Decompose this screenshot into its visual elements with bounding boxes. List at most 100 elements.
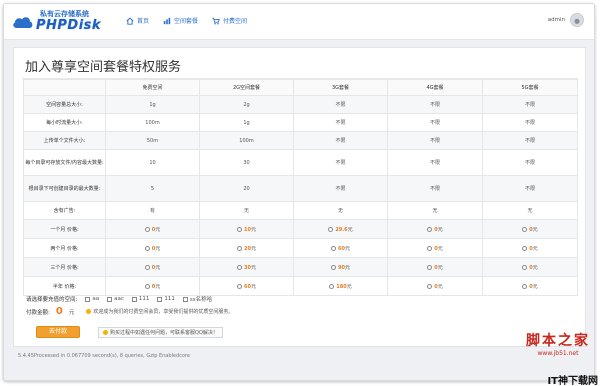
radio-button[interactable] bbox=[144, 245, 150, 251]
checkbox[interactable] bbox=[107, 296, 113, 302]
user-menu[interactable]: admin bbox=[548, 13, 584, 27]
table-row: 每个目录可存放文件/内容最大数量: 10 30 不限 不限 不限 bbox=[23, 149, 578, 176]
space-select-label: 请选择要充值的空间: bbox=[26, 297, 78, 303]
radio-button[interactable] bbox=[522, 226, 528, 232]
price-option[interactable]: 0元 bbox=[482, 257, 578, 277]
checkbox[interactable] bbox=[182, 296, 188, 302]
space-select-row: 请选择要充值的空间: aa aac 111 111 ss名称哈 bbox=[26, 295, 212, 303]
price-option[interactable]: 29.6元 bbox=[293, 219, 388, 239]
table-cell: 1g bbox=[199, 113, 294, 132]
radio-button[interactable] bbox=[144, 264, 150, 270]
space-option[interactable]: aa bbox=[85, 296, 99, 302]
logo-brand: PHPDisk bbox=[36, 18, 102, 33]
radio-button[interactable] bbox=[427, 264, 433, 270]
main-nav: 首页 空间套餐 付费空间 bbox=[126, 16, 247, 25]
nav-space-plans[interactable]: 空间套餐 bbox=[163, 16, 198, 25]
total-label: 付款金额: bbox=[26, 309, 50, 316]
row-label: 一个月 价格: bbox=[23, 219, 106, 239]
price-option[interactable]: 30元 bbox=[199, 257, 294, 277]
price-value: 10 bbox=[244, 226, 251, 233]
price-option[interactable]: 0元 bbox=[387, 238, 483, 258]
checkbox[interactable] bbox=[157, 296, 163, 302]
price-option[interactable]: 180元 bbox=[293, 276, 388, 296]
radio-button[interactable] bbox=[328, 226, 334, 232]
space-option[interactable]: aac bbox=[107, 296, 124, 302]
price-value: 60 bbox=[338, 245, 345, 252]
price-option[interactable]: 60元 bbox=[293, 238, 388, 258]
price-row: 三个月 价格: 0元 30元 90元 0元 0元 bbox=[23, 257, 578, 277]
table-cell: 不限 bbox=[482, 95, 578, 114]
radio-button[interactable] bbox=[237, 283, 242, 289]
row-label: 根目录下可创建目录的最大数量: bbox=[23, 175, 106, 202]
table-cell: 10 bbox=[105, 149, 200, 176]
price-option[interactable]: 0元 bbox=[105, 257, 200, 277]
watermark-url: www.jb51.net bbox=[537, 350, 579, 357]
nav-paid-space[interactable]: 付费空间 bbox=[212, 16, 247, 25]
price-option[interactable]: 60元 bbox=[199, 276, 294, 296]
price-option[interactable]: 0元 bbox=[387, 276, 483, 296]
nav-home[interactable]: 首页 bbox=[126, 16, 149, 25]
table-row: 空间容量总大小: 1g 2g 不限 不限 不限 bbox=[23, 95, 578, 114]
space-option[interactable]: 111 bbox=[157, 296, 175, 302]
row-label: 上传单个文件大小: bbox=[23, 131, 106, 150]
price-row: 两个月 价格: 0元 20元 60元 0元 0元 bbox=[23, 238, 578, 258]
radio-button[interactable] bbox=[427, 245, 433, 251]
page-title: 加入尊享空间套餐特权服务 bbox=[25, 60, 182, 75]
space-option-label: ss名称哈 bbox=[189, 297, 213, 303]
radio-button[interactable] bbox=[144, 226, 150, 232]
price-value: 20 bbox=[244, 245, 251, 252]
table-cell: 不限 bbox=[387, 131, 483, 150]
price-unit: 元 bbox=[155, 264, 161, 271]
lightbulb-icon bbox=[103, 330, 108, 335]
price-unit: 元 bbox=[532, 245, 538, 252]
help-notice-text: 购买过程中如遇任何问题，可联系客服QQ解决！ bbox=[110, 330, 218, 336]
table-cell: 2g bbox=[199, 95, 294, 114]
checkbox[interactable] bbox=[85, 296, 91, 302]
radio-button[interactable] bbox=[237, 226, 242, 232]
radio-button[interactable] bbox=[331, 245, 336, 251]
radio-button[interactable] bbox=[522, 264, 528, 270]
radio-button[interactable] bbox=[331, 264, 336, 270]
logo[interactable]: 私有云存储系统 PHPDisk bbox=[12, 8, 112, 36]
price-option[interactable]: 90元 bbox=[293, 257, 388, 277]
price-option[interactable]: 0元 bbox=[482, 276, 578, 296]
price-option[interactable]: 0元 bbox=[387, 257, 483, 277]
pay-button[interactable]: 去付款 bbox=[36, 326, 80, 338]
price-unit: 元 bbox=[250, 283, 256, 290]
column-header bbox=[23, 79, 106, 96]
price-unit: 元 bbox=[155, 283, 161, 290]
table-cell: 100m bbox=[199, 131, 294, 150]
space-option[interactable]: 111 bbox=[131, 296, 149, 302]
avatar[interactable] bbox=[570, 13, 584, 27]
space-option[interactable]: ss名称哈 bbox=[182, 295, 213, 303]
price-unit: 元 bbox=[250, 264, 256, 271]
user-avatar-icon bbox=[574, 18, 580, 24]
radio-button[interactable] bbox=[144, 283, 150, 289]
help-notice: 购买过程中如遇任何问题，可联系客服QQ解决！ bbox=[98, 327, 223, 338]
nav-home-label: 首页 bbox=[137, 18, 150, 25]
price-option[interactable]: 0元 bbox=[482, 238, 578, 258]
table-cell: 有 bbox=[105, 201, 200, 220]
radio-button[interactable] bbox=[522, 245, 528, 251]
price-option[interactable]: 0元 bbox=[105, 238, 200, 258]
price-option[interactable]: 0元 bbox=[105, 219, 200, 239]
radio-button[interactable] bbox=[237, 245, 242, 251]
table-cell: 不限 bbox=[293, 95, 388, 114]
price-option[interactable]: 0元 bbox=[387, 219, 483, 239]
table-cell: 1g bbox=[105, 95, 200, 114]
radio-button[interactable] bbox=[522, 283, 528, 289]
price-option[interactable]: 10元 bbox=[199, 219, 294, 239]
radio-button[interactable] bbox=[329, 283, 335, 289]
radio-button[interactable] bbox=[427, 283, 433, 289]
chart-icon bbox=[163, 17, 171, 24]
table-cell: 不限 bbox=[482, 175, 578, 202]
price-option[interactable]: 0元 bbox=[482, 219, 578, 239]
table-cell: 5 bbox=[105, 175, 200, 202]
table-cell: 无 bbox=[293, 201, 388, 220]
radio-button[interactable] bbox=[427, 226, 433, 232]
price-option[interactable]: 0元 bbox=[105, 276, 200, 296]
radio-button[interactable] bbox=[237, 264, 242, 270]
checkbox[interactable] bbox=[131, 296, 137, 302]
price-option[interactable]: 20元 bbox=[199, 238, 294, 258]
table-cell: 不限 bbox=[293, 113, 388, 132]
